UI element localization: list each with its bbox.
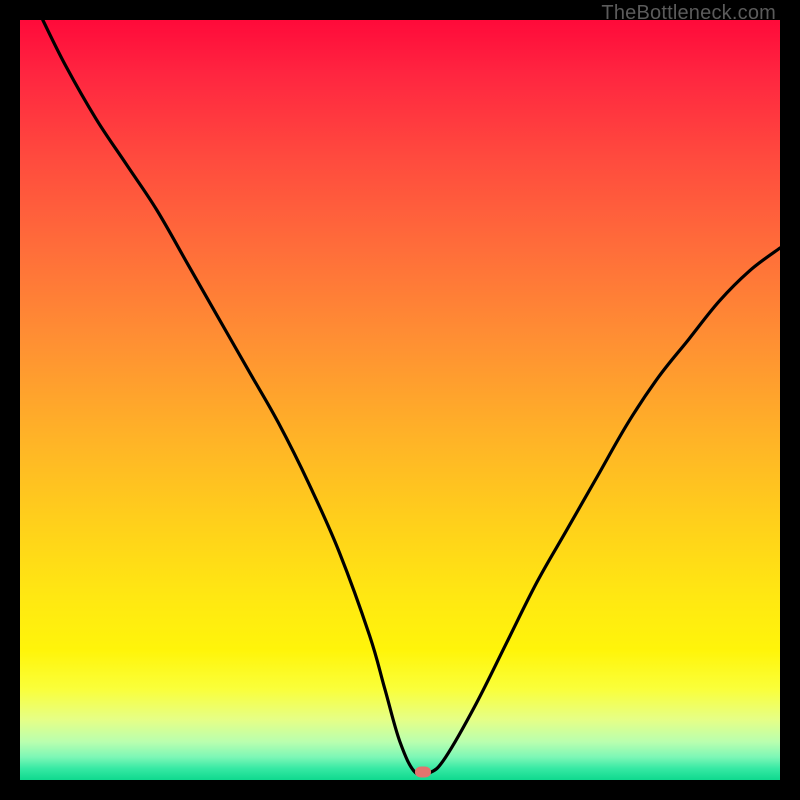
optimal-marker	[415, 767, 431, 778]
bottleneck-curve	[20, 20, 780, 780]
plot-area	[20, 20, 780, 780]
watermark-text: TheBottleneck.com	[601, 2, 776, 25]
curve-path	[43, 20, 780, 776]
chart-frame: TheBottleneck.com	[0, 0, 800, 800]
